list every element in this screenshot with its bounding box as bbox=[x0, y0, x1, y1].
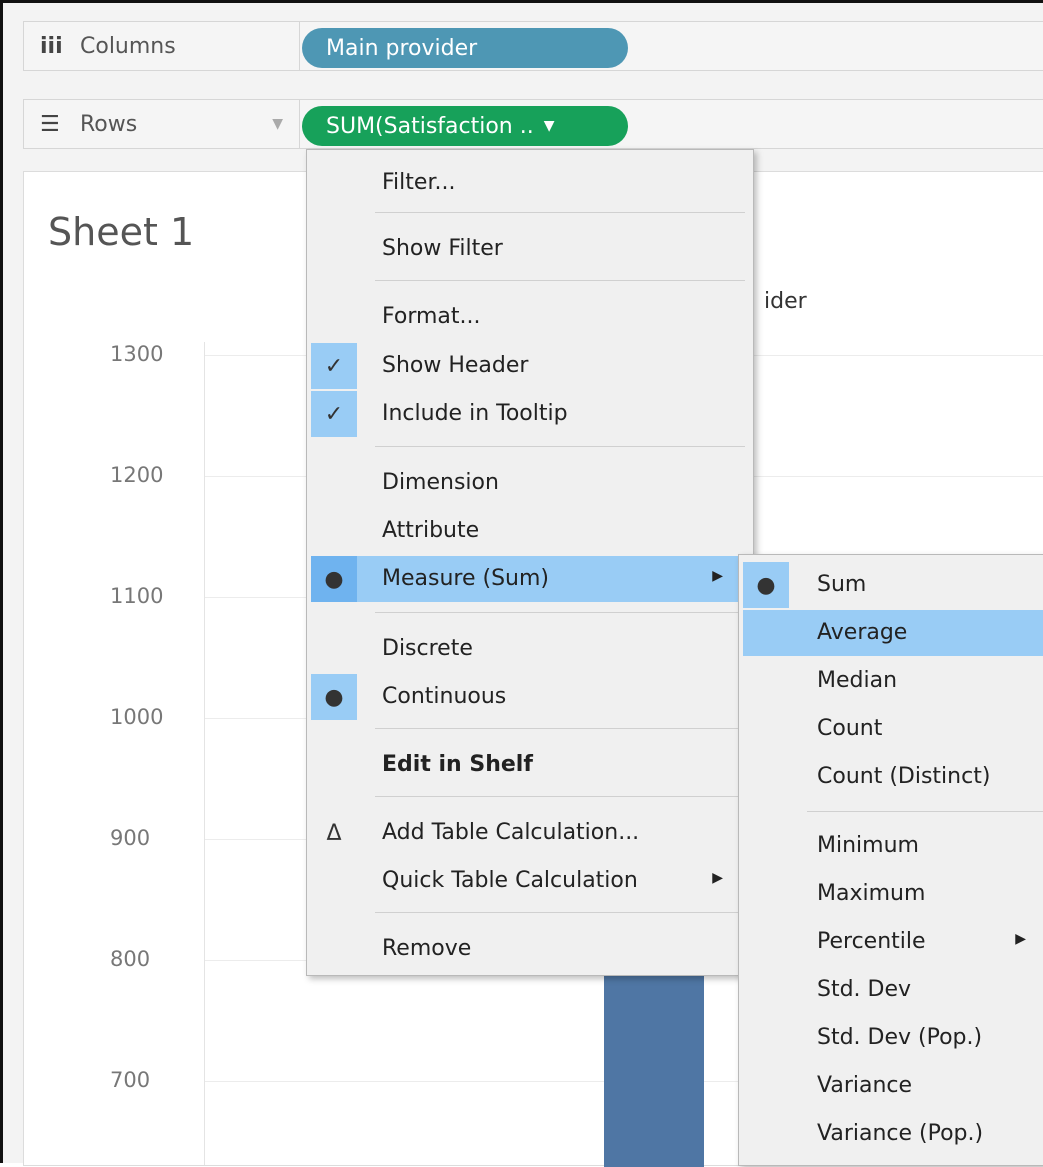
submenu-item-variance[interactable]: Variance bbox=[739, 1063, 1043, 1109]
menu-item-label: Count (Distinct) bbox=[817, 764, 991, 789]
menu-item-edit-in-shelf[interactable]: Edit in Shelf bbox=[307, 742, 753, 788]
menu-item-add-table-calculation[interactable]: Δ Add Table Calculation... bbox=[307, 810, 753, 856]
pill-context-menu: Filter... Show Filter Format... ✓ Show H… bbox=[306, 149, 754, 976]
menu-item-label: Sum bbox=[817, 572, 867, 597]
submenu-arrow-icon: ▶ bbox=[712, 870, 723, 886]
menu-item-label: Average bbox=[817, 620, 908, 645]
menu-item-show-filter[interactable]: Show Filter bbox=[307, 226, 753, 272]
submenu-item-variance-pop[interactable]: Variance (Pop.) bbox=[739, 1111, 1043, 1157]
tableau-workspace: iii Columns Main provider ☰ Rows ▼ SUM(S… bbox=[0, 0, 1043, 1167]
menu-item-label: Format... bbox=[382, 304, 481, 329]
menu-item-label: Measure (Sum) bbox=[382, 566, 549, 591]
rows-label: Rows bbox=[80, 111, 138, 137]
submenu-item-minimum[interactable]: Minimum bbox=[739, 823, 1043, 869]
menu-item-label: Std. Dev (Pop.) bbox=[817, 1025, 983, 1050]
menu-item-dimension[interactable]: Dimension bbox=[307, 460, 753, 506]
menu-item-measure[interactable]: ● Measure (Sum) ▶ bbox=[311, 556, 753, 602]
menu-item-remove[interactable]: Remove bbox=[307, 926, 753, 972]
menu-item-quick-table-calculation[interactable]: Quick Table Calculation ▶ bbox=[307, 858, 753, 904]
measure-submenu: ● Sum Average Median Count Count (Distin… bbox=[738, 554, 1043, 1166]
menu-item-label: Filter... bbox=[382, 170, 456, 195]
submenu-item-std-dev[interactable]: Std. Dev bbox=[739, 967, 1043, 1013]
menu-item-label: Attribute bbox=[382, 518, 480, 543]
submenu-arrow-icon: ▶ bbox=[712, 568, 723, 584]
menu-item-label: Std. Dev bbox=[817, 977, 912, 1002]
columns-label: Columns bbox=[80, 33, 176, 59]
menu-item-label: Percentile bbox=[817, 929, 926, 954]
sum-satisfaction-pill[interactable]: SUM(Satisfaction .. ▼ bbox=[302, 106, 628, 146]
sum-satisfaction-pill-label: SUM(Satisfaction .. bbox=[326, 113, 534, 139]
checkmark-icon: ✓ bbox=[311, 391, 357, 437]
menu-item-label: Variance (Pop.) bbox=[817, 1121, 984, 1146]
rows-dropdown-icon[interactable]: ▼ bbox=[272, 116, 283, 132]
menu-item-label: Add Table Calculation... bbox=[382, 820, 640, 845]
bar-mark[interactable] bbox=[604, 952, 704, 1167]
checkmark-icon: ✓ bbox=[311, 343, 357, 389]
menu-item-show-header[interactable]: ✓ Show Header bbox=[307, 343, 753, 389]
menu-item-label: Variance bbox=[817, 1073, 913, 1098]
submenu-item-average[interactable]: Average bbox=[743, 610, 1043, 656]
menu-separator bbox=[375, 280, 745, 281]
menu-item-label: Show Header bbox=[382, 353, 529, 378]
menu-item-label: Quick Table Calculation bbox=[382, 868, 638, 893]
menu-item-filter[interactable]: Filter... bbox=[307, 160, 753, 206]
submenu-item-percentile[interactable]: Percentile ▶ bbox=[739, 919, 1043, 965]
bullet-icon: ● bbox=[311, 674, 357, 720]
menu-item-label: Continuous bbox=[382, 684, 507, 709]
column-header-label: ider bbox=[764, 289, 807, 314]
menu-separator bbox=[375, 212, 745, 213]
bullet-icon: ● bbox=[743, 562, 789, 608]
menu-item-label: Discrete bbox=[382, 636, 473, 661]
menu-item-label: Dimension bbox=[382, 470, 499, 495]
menu-item-label: Count bbox=[817, 716, 883, 741]
menu-separator bbox=[375, 446, 745, 447]
y-tick-label: 700 bbox=[110, 1068, 151, 1092]
menu-item-continuous[interactable]: ● Continuous bbox=[307, 674, 753, 720]
menu-item-discrete[interactable]: Discrete bbox=[307, 626, 753, 672]
menu-item-include-tooltip[interactable]: ✓ Include in Tooltip bbox=[307, 391, 753, 437]
menu-item-label: Edit in Shelf bbox=[382, 752, 533, 777]
submenu-item-median[interactable]: Median bbox=[739, 658, 1043, 704]
submenu-item-std-dev-pop[interactable]: Std. Dev (Pop.) bbox=[739, 1015, 1043, 1061]
menu-item-label: Minimum bbox=[817, 833, 919, 858]
menu-item-label: Remove bbox=[382, 936, 472, 961]
menu-separator bbox=[375, 612, 745, 613]
submenu-arrow-icon: ▶ bbox=[1015, 931, 1026, 947]
rows-icon: ☰ bbox=[40, 111, 60, 137]
menu-separator bbox=[375, 912, 745, 913]
menu-separator bbox=[375, 728, 745, 729]
menu-item-format[interactable]: Format... bbox=[307, 294, 753, 340]
menu-item-label: Show Filter bbox=[382, 236, 503, 261]
menu-item-label: Maximum bbox=[817, 881, 926, 906]
submenu-item-count-distinct[interactable]: Count (Distinct) bbox=[739, 754, 1043, 800]
rows-shelf-label: ☰ Rows ▼ bbox=[24, 100, 300, 148]
y-tick-label: 900 bbox=[110, 826, 151, 850]
submenu-item-maximum[interactable]: Maximum bbox=[739, 871, 1043, 917]
delta-icon: Δ bbox=[326, 820, 342, 846]
menu-item-label: Median bbox=[817, 668, 898, 693]
y-tick-label: 1000 bbox=[110, 705, 164, 729]
y-tick-label: 800 bbox=[110, 947, 151, 971]
main-provider-pill-label: Main provider bbox=[326, 35, 478, 61]
y-tick-label: 1300 bbox=[110, 342, 164, 366]
pill-dropdown-icon[interactable]: ▼ bbox=[544, 118, 555, 134]
submenu-item-sum[interactable]: ● Sum bbox=[739, 562, 1043, 608]
menu-item-label: Include in Tooltip bbox=[382, 401, 568, 426]
sheet-title: Sheet 1 bbox=[48, 210, 195, 254]
y-tick-label: 1100 bbox=[110, 584, 164, 608]
bullet-icon: ● bbox=[311, 556, 357, 602]
menu-separator bbox=[807, 811, 1043, 812]
main-provider-pill[interactable]: Main provider bbox=[302, 28, 628, 68]
y-axis-line bbox=[204, 342, 205, 1165]
columns-icon: iii bbox=[40, 33, 63, 59]
menu-item-attribute[interactable]: Attribute bbox=[307, 508, 753, 554]
columns-shelf-label: iii Columns bbox=[24, 22, 300, 70]
menu-separator bbox=[375, 796, 745, 797]
submenu-item-count[interactable]: Count bbox=[739, 706, 1043, 752]
y-tick-label: 1200 bbox=[110, 463, 164, 487]
